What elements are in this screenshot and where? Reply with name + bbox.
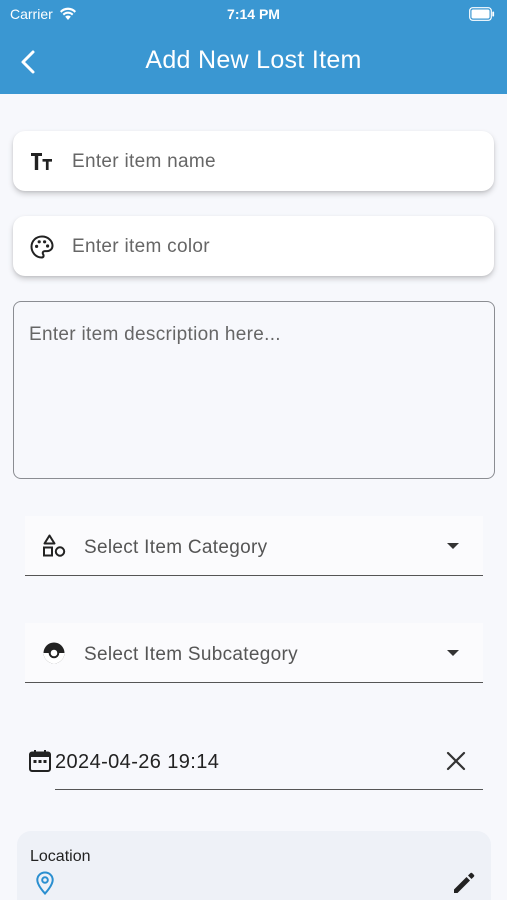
caret-down-icon <box>447 650 459 656</box>
location-card[interactable]: Location <box>17 831 491 900</box>
pencil-icon[interactable] <box>451 870 477 896</box>
page-title: Add New Lost Item <box>145 46 362 74</box>
date-value: 2024-04-26 19:14 <box>55 751 220 773</box>
item-category-placeholder: Select Item Category <box>84 537 268 558</box>
item-color-field[interactable]: Enter item color <box>13 216 494 276</box>
item-name-placeholder: Enter item name <box>72 151 216 172</box>
pokeball-icon <box>43 642 65 664</box>
status-bar: Carrier 7:14 PM <box>0 0 507 28</box>
status-time: 7:14 PM <box>227 6 280 22</box>
category-shapes-icon <box>43 534 66 557</box>
close-icon[interactable] <box>443 748 469 774</box>
text-fields-icon <box>31 153 52 170</box>
date-underline <box>55 788 483 790</box>
item-description-placeholder: Enter item description here... <box>29 324 281 345</box>
item-subcategory-dropdown[interactable]: Select Item Subcategory <box>25 623 483 683</box>
app-bar: Carrier 7:14 PM Add New Lost Item <box>0 0 507 94</box>
palette-icon <box>30 235 54 259</box>
item-name-field[interactable]: Enter item name <box>13 131 494 191</box>
title-row: Add New Lost Item <box>0 28 507 94</box>
location-pin-icon <box>36 871 54 895</box>
item-description-textarea[interactable]: Enter item description here... <box>13 301 495 479</box>
calendar-icon <box>29 750 51 772</box>
battery-icon <box>469 7 495 24</box>
item-subcategory-placeholder: Select Item Subcategory <box>84 644 298 665</box>
caret-down-icon <box>447 543 459 549</box>
date-time-field[interactable]: 2024-04-26 19:14 <box>25 740 483 790</box>
item-color-placeholder: Enter item color <box>72 236 210 257</box>
item-category-dropdown[interactable]: Select Item Category <box>25 516 483 576</box>
location-label: Location <box>30 848 91 865</box>
